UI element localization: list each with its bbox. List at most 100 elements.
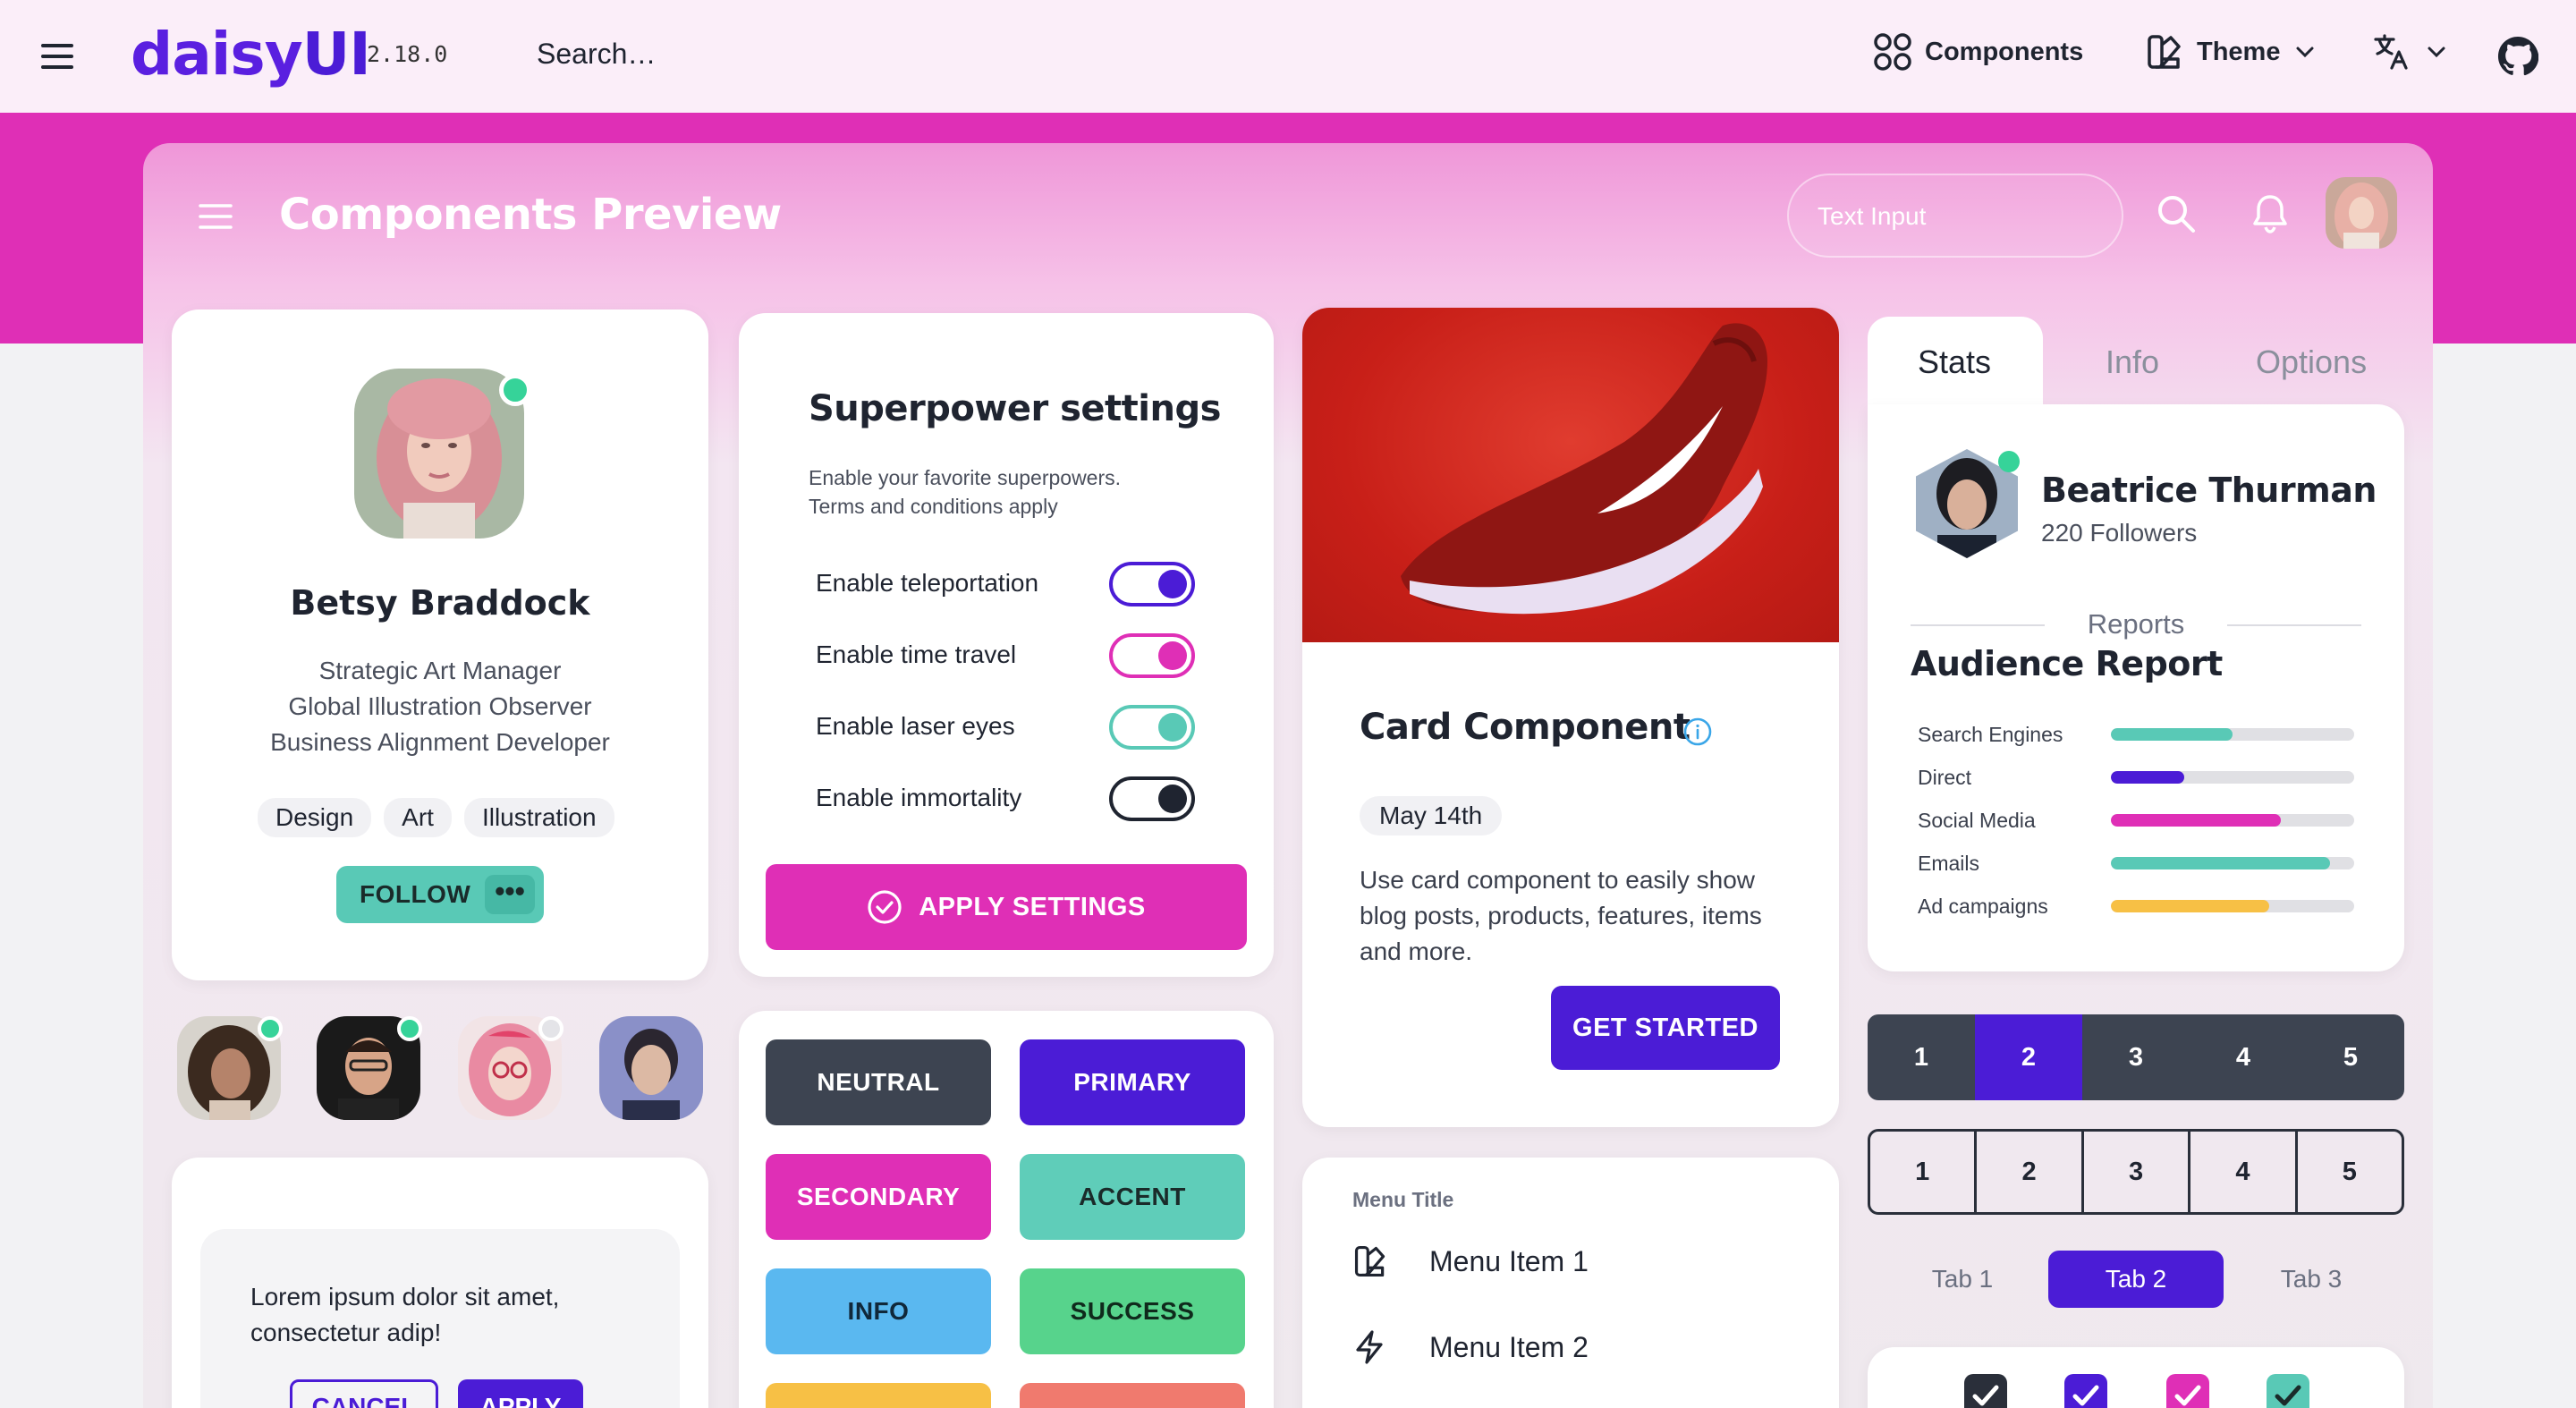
swatch-icon (1352, 1243, 1388, 1279)
reports-divider: Reports (1911, 606, 2361, 642)
tab-3[interactable]: Tab 3 (2224, 1251, 2399, 1308)
audience-bar-fill (2111, 771, 2184, 784)
setting-label: Enable immortality (816, 784, 1022, 811)
immortality-toggle[interactable] (1109, 776, 1195, 821)
get-started-button[interactable]: GET STARTED (1551, 986, 1780, 1070)
settings-card: Superpower settings Enable your favorite… (739, 313, 1274, 977)
page-button[interactable]: 3 (2084, 1132, 2191, 1212)
bell-icon[interactable] (2250, 193, 2290, 234)
tag-art: Art (384, 798, 452, 837)
alert-card: Lorem ipsum dolor sit amet, consectetur … (172, 1158, 708, 1408)
success-button[interactable]: SUCCESS (1020, 1268, 1245, 1354)
swatch-icon (2145, 32, 2184, 72)
settings-description: Enable your favorite superpowers. Terms … (809, 463, 1121, 521)
chevron-down-icon (2424, 39, 2449, 64)
checkbox-accent[interactable] (2267, 1374, 2309, 1408)
audience-row-label: Search Engines (1918, 723, 2063, 746)
apply-settings-button[interactable]: APPLY SETTINGS (766, 864, 1247, 950)
page-button[interactable]: 4 (2190, 1014, 2297, 1100)
preview-navbar: Components Preview Text Input (143, 143, 2433, 290)
page-button[interactable]: 2 (1977, 1132, 2084, 1212)
apply-button[interactable]: APPLY (458, 1379, 583, 1408)
neutral-button[interactable]: NEUTRAL (766, 1039, 991, 1125)
time-travel-toggle[interactable] (1109, 633, 1195, 678)
follow-label: FOLLOW (360, 880, 471, 908)
profile-name: Betsy Braddock (290, 583, 590, 623)
product-image (1302, 308, 1839, 642)
online-status-dot (1998, 451, 2020, 472)
menu-item-1[interactable]: Menu Item 1 (1352, 1243, 1589, 1279)
warning-button[interactable] (766, 1383, 991, 1408)
page-button[interactable]: 3 (2082, 1014, 2190, 1100)
page-button-active[interactable]: 2 (1975, 1014, 2082, 1100)
error-button[interactable] (1020, 1383, 1245, 1408)
page-button[interactable]: 4 (2190, 1132, 2298, 1212)
components-label: Components (1925, 37, 2084, 66)
audience-row-label: Social Media (1918, 809, 2036, 832)
audience-bar (2111, 857, 2354, 869)
accent-button[interactable]: ACCENT (1020, 1154, 1245, 1240)
product-card: Card Component May 14th Use card compone… (1302, 308, 1839, 1127)
tab-1[interactable]: Tab 1 (1875, 1251, 2050, 1308)
setting-label: Enable teleportation (816, 569, 1039, 597)
checkbox-secondary[interactable] (2166, 1374, 2209, 1408)
info-button[interactable]: INFO (766, 1268, 991, 1354)
follow-button[interactable]: FOLLOW ••• (336, 866, 544, 923)
top-navbar: daisyUI 2.18.0 Search… Components Theme (0, 0, 2576, 113)
info-icon[interactable] (1682, 716, 1714, 748)
components-menu[interactable]: Components (1873, 32, 2083, 72)
page-button[interactable]: 5 (2297, 1014, 2404, 1100)
laser-eyes-toggle[interactable] (1109, 705, 1195, 750)
tab-options[interactable]: Options (2256, 344, 2367, 381)
chevron-down-icon (2292, 39, 2318, 64)
profile-card: Betsy Braddock Strategic Art Manager Glo… (172, 310, 708, 980)
audience-bar-fill (2111, 900, 2269, 912)
brand-logo[interactable]: daisyUI (131, 20, 371, 89)
search-input[interactable]: Search… (537, 38, 656, 71)
cancel-button[interactable]: CANCEL (290, 1379, 438, 1408)
tag-design: Design (258, 798, 372, 837)
language-menu[interactable] (2372, 32, 2449, 72)
profile-role: Strategic Art Manager (318, 657, 562, 684)
checkbox-neutral[interactable] (1964, 1374, 2007, 1408)
avatar[interactable] (599, 1016, 703, 1120)
tab-info[interactable]: Info (2106, 344, 2159, 381)
theme-menu[interactable]: Theme (2145, 32, 2318, 72)
secondary-button[interactable]: SECONDARY (766, 1154, 991, 1240)
audience-bar (2111, 771, 2354, 784)
primary-button[interactable]: PRIMARY (1020, 1039, 1245, 1125)
color-buttons-card: NEUTRAL PRIMARY SECONDARY ACCENT INFO SU… (739, 1011, 1274, 1408)
audience-row-label: Ad campaigns (1918, 895, 2048, 918)
setting-label: Enable time travel (816, 640, 1017, 668)
version-label[interactable]: 2.18.0 (367, 41, 447, 67)
search-icon[interactable] (2156, 193, 2197, 234)
tab-2[interactable]: Tab 2 (2048, 1251, 2224, 1308)
profile-avatar (354, 369, 524, 539)
brand-text-accent: UI (301, 20, 371, 89)
pagination-filled: 1 2 3 4 5 (1868, 1014, 2404, 1100)
page-button[interactable]: 1 (1868, 1014, 1975, 1100)
setting-label: Enable laser eyes (816, 712, 1015, 740)
checkbox-card (1868, 1347, 2404, 1408)
checkbox-primary[interactable] (2064, 1374, 2107, 1408)
menu-icon[interactable] (39, 38, 75, 74)
menu-icon[interactable] (199, 202, 233, 231)
alert-text: Lorem ipsum dolor sit amet, consectetur … (250, 1279, 559, 1351)
profile-roles: Strategic Art Manager Global Illustratio… (172, 653, 708, 760)
github-icon[interactable] (2497, 36, 2538, 77)
menu-title: Menu Title (1352, 1188, 1454, 1211)
more-options-button[interactable]: ••• (485, 875, 535, 914)
online-status-dot (397, 1016, 422, 1041)
pagination-outline: 1 2 3 4 5 (1868, 1129, 2404, 1215)
audience-bar (2111, 728, 2354, 741)
stats-card: Beatrice Thurman 220 Followers Reports A… (1868, 404, 2404, 971)
page-button[interactable]: 1 (1870, 1132, 1978, 1212)
text-input[interactable]: Text Input (1787, 174, 2123, 258)
user-avatar[interactable] (2326, 177, 2397, 249)
page-button[interactable]: 5 (2298, 1132, 2402, 1212)
teleportation-toggle[interactable] (1109, 562, 1195, 606)
translate-icon (2372, 32, 2411, 72)
menu-item-2[interactable]: Menu Item 2 (1352, 1329, 1589, 1365)
toggle-knob (1158, 713, 1187, 742)
tab-stats-label[interactable]: Stats (1918, 344, 1991, 381)
